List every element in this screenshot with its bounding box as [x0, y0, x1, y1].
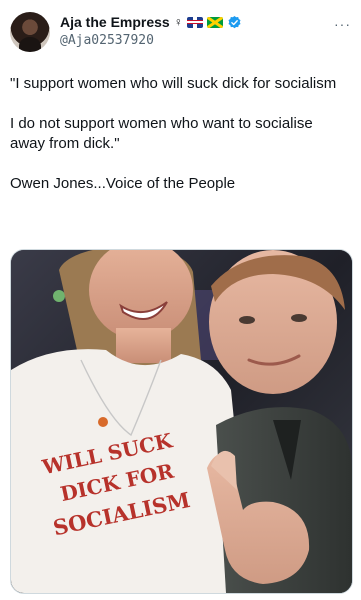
more-options-icon[interactable]: ···	[334, 16, 351, 32]
tweet-photo[interactable]: WILL SUCK DICK FOR SOCIALISM	[10, 249, 353, 594]
verified-badge-icon	[228, 15, 241, 28]
photo-illustration: WILL SUCK DICK FOR SOCIALISM	[11, 250, 352, 593]
female-symbol-icon: ♀	[173, 15, 183, 29]
jamaica-flag-icon	[206, 16, 223, 28]
tweet-text: "I support women who will suck dick for …	[10, 75, 337, 192]
author-name-row: Aja the Empress ♀	[60, 14, 242, 30]
author-name[interactable]: Aja the Empress	[60, 14, 170, 30]
tweet-header: Aja the Empress ♀ @Aja02537920 ···	[10, 10, 351, 56]
author-avatar[interactable]	[10, 12, 50, 52]
author-handle[interactable]: @Aja02537920	[60, 33, 154, 48]
uk-flag-icon	[186, 16, 203, 28]
